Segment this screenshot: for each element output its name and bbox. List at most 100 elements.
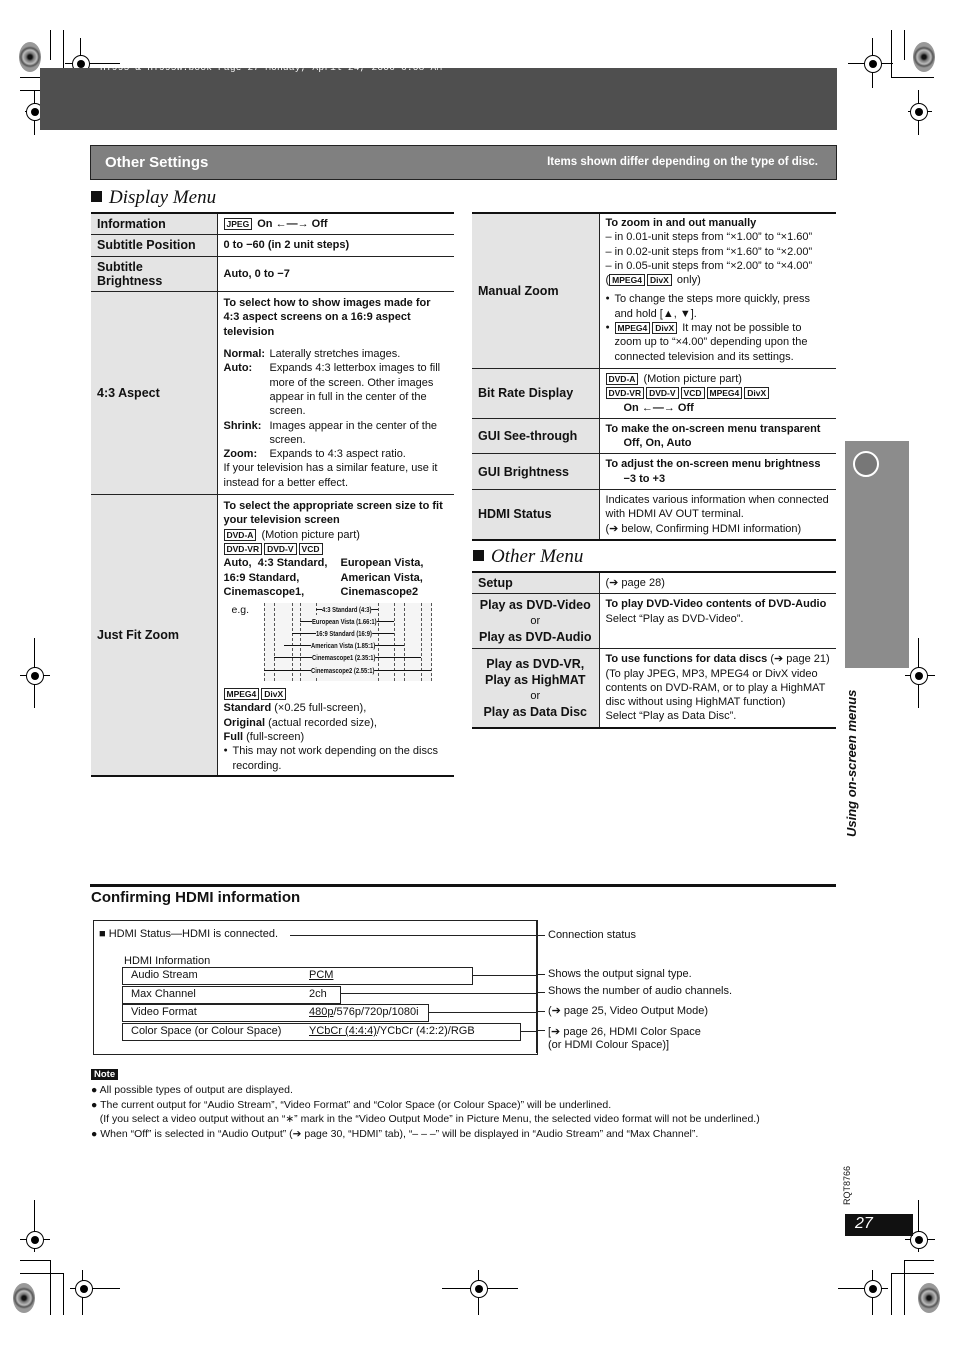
- hdmi-section-title: Confirming HDMI information: [91, 889, 301, 906]
- settings-subtitle: Items shown differ depending on the type…: [547, 156, 818, 168]
- table-row: GUI Brightness To adjust the on-screen m…: [472, 453, 836, 491]
- table-row: Setup (➔ page 28): [472, 571, 836, 595]
- note-list: ● All possible types of output are displ…: [91, 1083, 760, 1141]
- print-rosette-mark: [19, 42, 41, 72]
- note-item: ● When “Off” is selected in “Audio Outpu…: [91, 1127, 699, 1140]
- crop-line: [20, 1273, 63, 1274]
- callout-color-ref-2: (or HDMI Colour Space)]: [548, 1039, 670, 1051]
- display-menu-title: Display Menu: [91, 187, 216, 209]
- section-rule: [90, 884, 836, 887]
- row-value: To make the on-screen menu transparent O…: [599, 418, 836, 455]
- row-value: To zoom in and out manually – in 0.01-un…: [599, 211, 836, 369]
- row-label: Information: [91, 212, 218, 236]
- other-menu-title: Other Menu: [473, 546, 583, 568]
- diagram-label: Cinemascope2 (2.55:1): [310, 664, 374, 679]
- header-band: [40, 68, 837, 130]
- table-row: Subtitle Brightness Auto, 0 to −7: [91, 256, 454, 293]
- callout-video-ref: (➔ page 25, Video Output Mode): [548, 1005, 709, 1017]
- row-value: To select the appropriate screen size to…: [217, 494, 454, 777]
- crop-line: [904, 30, 905, 60]
- row-value: 0 to −60 (in 2 unit steps): [217, 234, 454, 257]
- hdmi-row-color-space: Color Space (or Colour Space) YCbCr (4:4…: [122, 1023, 521, 1041]
- row-label: Just Fit Zoom: [91, 494, 218, 777]
- table-row: GUI See-through To make the on-screen me…: [472, 418, 836, 455]
- row-value: To play DVD-Video contents of DVD-Audio …: [599, 593, 836, 650]
- hdmi-status-line: ■ HDMI Status—HDMI is connected.: [99, 928, 279, 940]
- crop-line: [904, 1260, 905, 1315]
- table-row: HDMI Status Indicates various informatio…: [472, 489, 836, 541]
- crop-line: [891, 1273, 934, 1274]
- row-label: GUI Brightness: [472, 453, 600, 491]
- page-number: 27: [845, 1214, 913, 1236]
- crop-line: [891, 77, 934, 78]
- registration-mark: [910, 667, 928, 685]
- note-item: (If you select a video output without an…: [91, 1113, 760, 1125]
- registration-mark: [864, 55, 882, 73]
- section-side-tab: [845, 441, 909, 668]
- print-rosette-mark: [918, 1283, 940, 1313]
- row-value: Auto, 0 to −7: [217, 256, 454, 293]
- crop-line: [891, 30, 892, 78]
- table-row: Information JPEG On ←—→ Off: [91, 212, 454, 236]
- row-label: Setup: [472, 571, 600, 595]
- hdmi-row-max-channel: Max Channel 2ch: [122, 986, 341, 1004]
- row-value: (➔ page 28): [599, 571, 836, 595]
- screen-size-diagram: 4:3 Standard (4:3) European Vista (1.66:…: [263, 603, 432, 682]
- row-label: GUI See-through: [472, 418, 600, 455]
- table-row: Play as DVD-Video or Play as DVD-Audio T…: [472, 593, 836, 650]
- crop-line: [20, 1260, 50, 1261]
- table-row: Just Fit Zoom To select the appropriate …: [91, 494, 454, 777]
- side-tab-label: Using on-screen menus: [844, 689, 859, 837]
- registration-mark: [26, 1231, 44, 1249]
- callout-color-ref: [➔ page 26, HDMI Color Space: [548, 1026, 701, 1038]
- note-item: ● The current output for “Audio Stream”,…: [91, 1098, 612, 1111]
- table-row: Subtitle Position 0 to −60 (in 2 unit st…: [91, 234, 454, 257]
- hdmi-row-video-format: Video Format 480p/576p/720p/1080i: [122, 1004, 429, 1022]
- row-label: Manual Zoom: [472, 211, 600, 369]
- crop-line: [891, 1273, 892, 1315]
- crop-line: [63, 1273, 64, 1315]
- crop-line: [50, 30, 51, 60]
- table-row: Play as DVD-VR, Play as HighMAT or Play …: [472, 648, 836, 729]
- row-label: Subtitle Brightness: [91, 256, 218, 293]
- row-value: DVD-A (Motion picture part) DVD-VR DVD-V V…: [599, 368, 836, 419]
- registration-mark: [910, 103, 928, 121]
- callout-channels: Shows the number of audio channels.: [548, 985, 733, 997]
- row-value: To use functions for data discs (➔ page …: [599, 648, 836, 729]
- callout-bracket: [536, 920, 537, 1053]
- table-row: Bit Rate Display DVD-A (Motion picture p…: [472, 368, 836, 419]
- display-menu-table-left: Information JPEG On ←—→ Off Subtitle Pos…: [91, 212, 454, 777]
- settings-title: Other Settings: [105, 154, 209, 171]
- hdmi-row-audio-stream: Audio Stream PCM: [122, 967, 473, 985]
- callout-connection: Connection status: [548, 929, 637, 941]
- other-settings-bar: Other Settings Items shown differ depend…: [90, 145, 837, 180]
- display-menu-table-right: Manual Zoom To zoom in and out manually …: [472, 211, 836, 541]
- registration-mark: [864, 1280, 882, 1298]
- other-menu-table: Setup (➔ page 28) Play as DVD-Video or P…: [472, 571, 836, 729]
- square-bullet-icon: [91, 191, 102, 202]
- table-row: Manual Zoom To zoom in and out manually …: [472, 211, 836, 369]
- disc-icon: [853, 451, 879, 477]
- row-label: Play as DVD-VR, Play as HighMAT or Play …: [472, 648, 600, 729]
- registration-mark: [26, 667, 44, 685]
- row-label: Play as DVD-Video or Play as DVD-Audio: [472, 593, 600, 650]
- print-rosette-mark: [13, 1283, 35, 1313]
- row-label: 4:3 Aspect: [91, 291, 218, 496]
- row-value: To adjust the on-screen menu brightness …: [599, 453, 836, 491]
- note-label: Note: [91, 1069, 119, 1080]
- table-row: 4:3 Aspect To select how to show images …: [91, 291, 454, 496]
- note-item: ● All possible types of output are displ…: [91, 1084, 293, 1096]
- registration-mark: [470, 1280, 488, 1298]
- row-value: JPEG On ←—→ Off: [217, 212, 454, 236]
- print-header: HT995 & HT995W.book Page 27 Monday, Apri…: [100, 62, 443, 73]
- row-label: Bit Rate Display: [472, 368, 600, 419]
- crop-line: [50, 1260, 51, 1315]
- document-code: RQT8766: [842, 1165, 852, 1205]
- callout-signal: Shows the output signal type.: [548, 968, 692, 980]
- row-value: Indicates various information when conne…: [599, 489, 836, 541]
- row-label: HDMI Status: [472, 489, 600, 541]
- crop-line: [904, 1260, 934, 1261]
- row-label: Subtitle Position: [91, 234, 218, 257]
- square-bullet-icon: [473, 550, 484, 561]
- registration-mark: [75, 1280, 93, 1298]
